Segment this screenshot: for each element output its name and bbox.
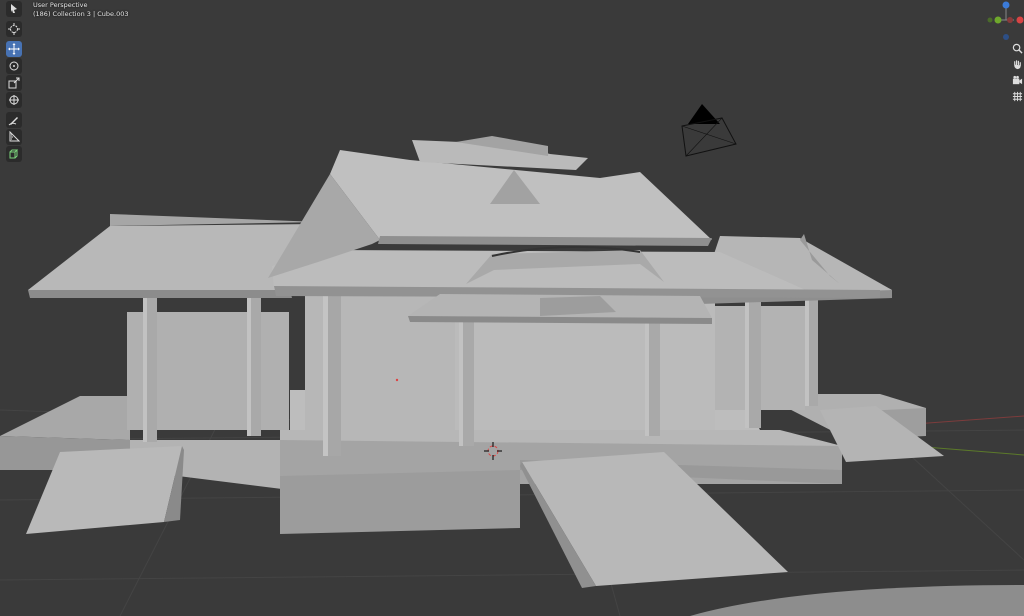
annotate-tool[interactable] [6,112,22,128]
pan-button[interactable] [1011,58,1024,71]
3d-cursor-tool[interactable] [6,21,22,37]
active-object-label: (186) Collection 3 | Cube.003 [33,10,129,18]
x-axis-icon[interactable] [1016,16,1024,24]
select-box-tool[interactable] [6,1,22,17]
ground-plane [690,585,1024,616]
neg-z-axis-icon[interactable] [1003,34,1009,40]
camera-object[interactable] [681,104,737,157]
z-axis-icon[interactable] [1002,1,1010,9]
transform-tool[interactable] [6,92,22,108]
camera-icon [1012,75,1022,85]
rotate-tool[interactable] [6,58,22,74]
cursor-arrow-icon [11,4,17,13]
add-cube-tool[interactable] [6,146,22,162]
cube-add-icon [9,149,19,159]
zoom-button[interactable] [1011,42,1024,55]
camera-view-button[interactable] [1011,74,1024,87]
ortho-toggle-button[interactable] [1011,90,1024,103]
3d-viewport[interactable]: User Perspective (186) Collection 3 | Cu… [0,0,1024,616]
zoom-icon [1012,43,1023,54]
move-tool[interactable] [6,41,22,57]
navigation-gizmo[interactable] [984,0,1024,44]
tool-shelf [5,1,23,163]
grid-icon [1012,91,1022,102]
scale-icon [8,77,20,89]
y-axis-icon[interactable] [994,16,1002,24]
hand-icon [1013,60,1021,70]
viewport-nav-buttons [1010,42,1024,106]
view-perspective-label: User Perspective [33,1,88,9]
transform-icon [9,95,19,105]
temple-roofs[interactable] [28,136,892,324]
pencil-icon [8,117,18,126]
origin-point [395,378,399,382]
scene-render[interactable] [0,0,1024,616]
measure-tool[interactable] [6,129,22,145]
rotate-icon [9,61,19,71]
neg-y-axis-icon[interactable] [987,17,993,23]
ruler-icon [9,131,20,142]
crosshair-icon [8,23,20,35]
move-arrows-icon [8,43,20,55]
scale-tool[interactable] [6,75,22,91]
neg-x-axis-icon[interactable] [1007,17,1013,23]
